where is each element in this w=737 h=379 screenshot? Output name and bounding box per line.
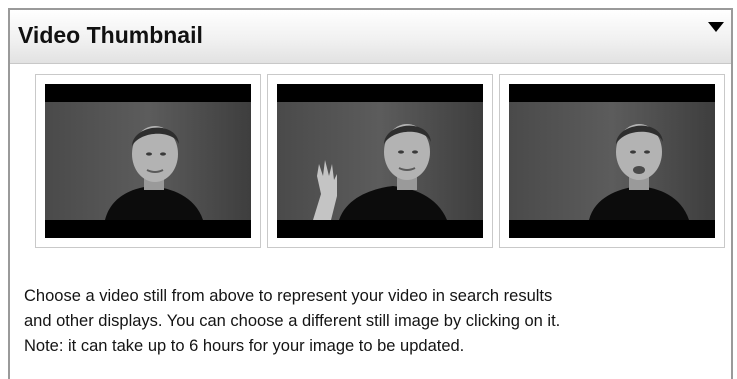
video-still-image — [277, 84, 483, 238]
video-still-option-1[interactable] — [35, 74, 261, 248]
video-still-option-2[interactable] — [267, 74, 493, 248]
help-text-line: and other displays. You can choose a dif… — [24, 312, 561, 330]
help-text-line: Choose a video still from above to repre… — [24, 287, 553, 305]
help-text-line: Note: it can take up to 6 hours for your… — [24, 337, 465, 355]
panel-title: Video Thumbnail — [18, 22, 203, 48]
panel-header[interactable]: Video Thumbnail — [10, 10, 731, 64]
video-still-image — [509, 84, 715, 238]
video-still-option-3[interactable] — [499, 74, 725, 248]
collapse-triangle-icon[interactable] — [707, 20, 725, 34]
video-still-image — [45, 84, 251, 238]
thumbnail-help-text: Choose a video still from above to repre… — [24, 284, 724, 359]
